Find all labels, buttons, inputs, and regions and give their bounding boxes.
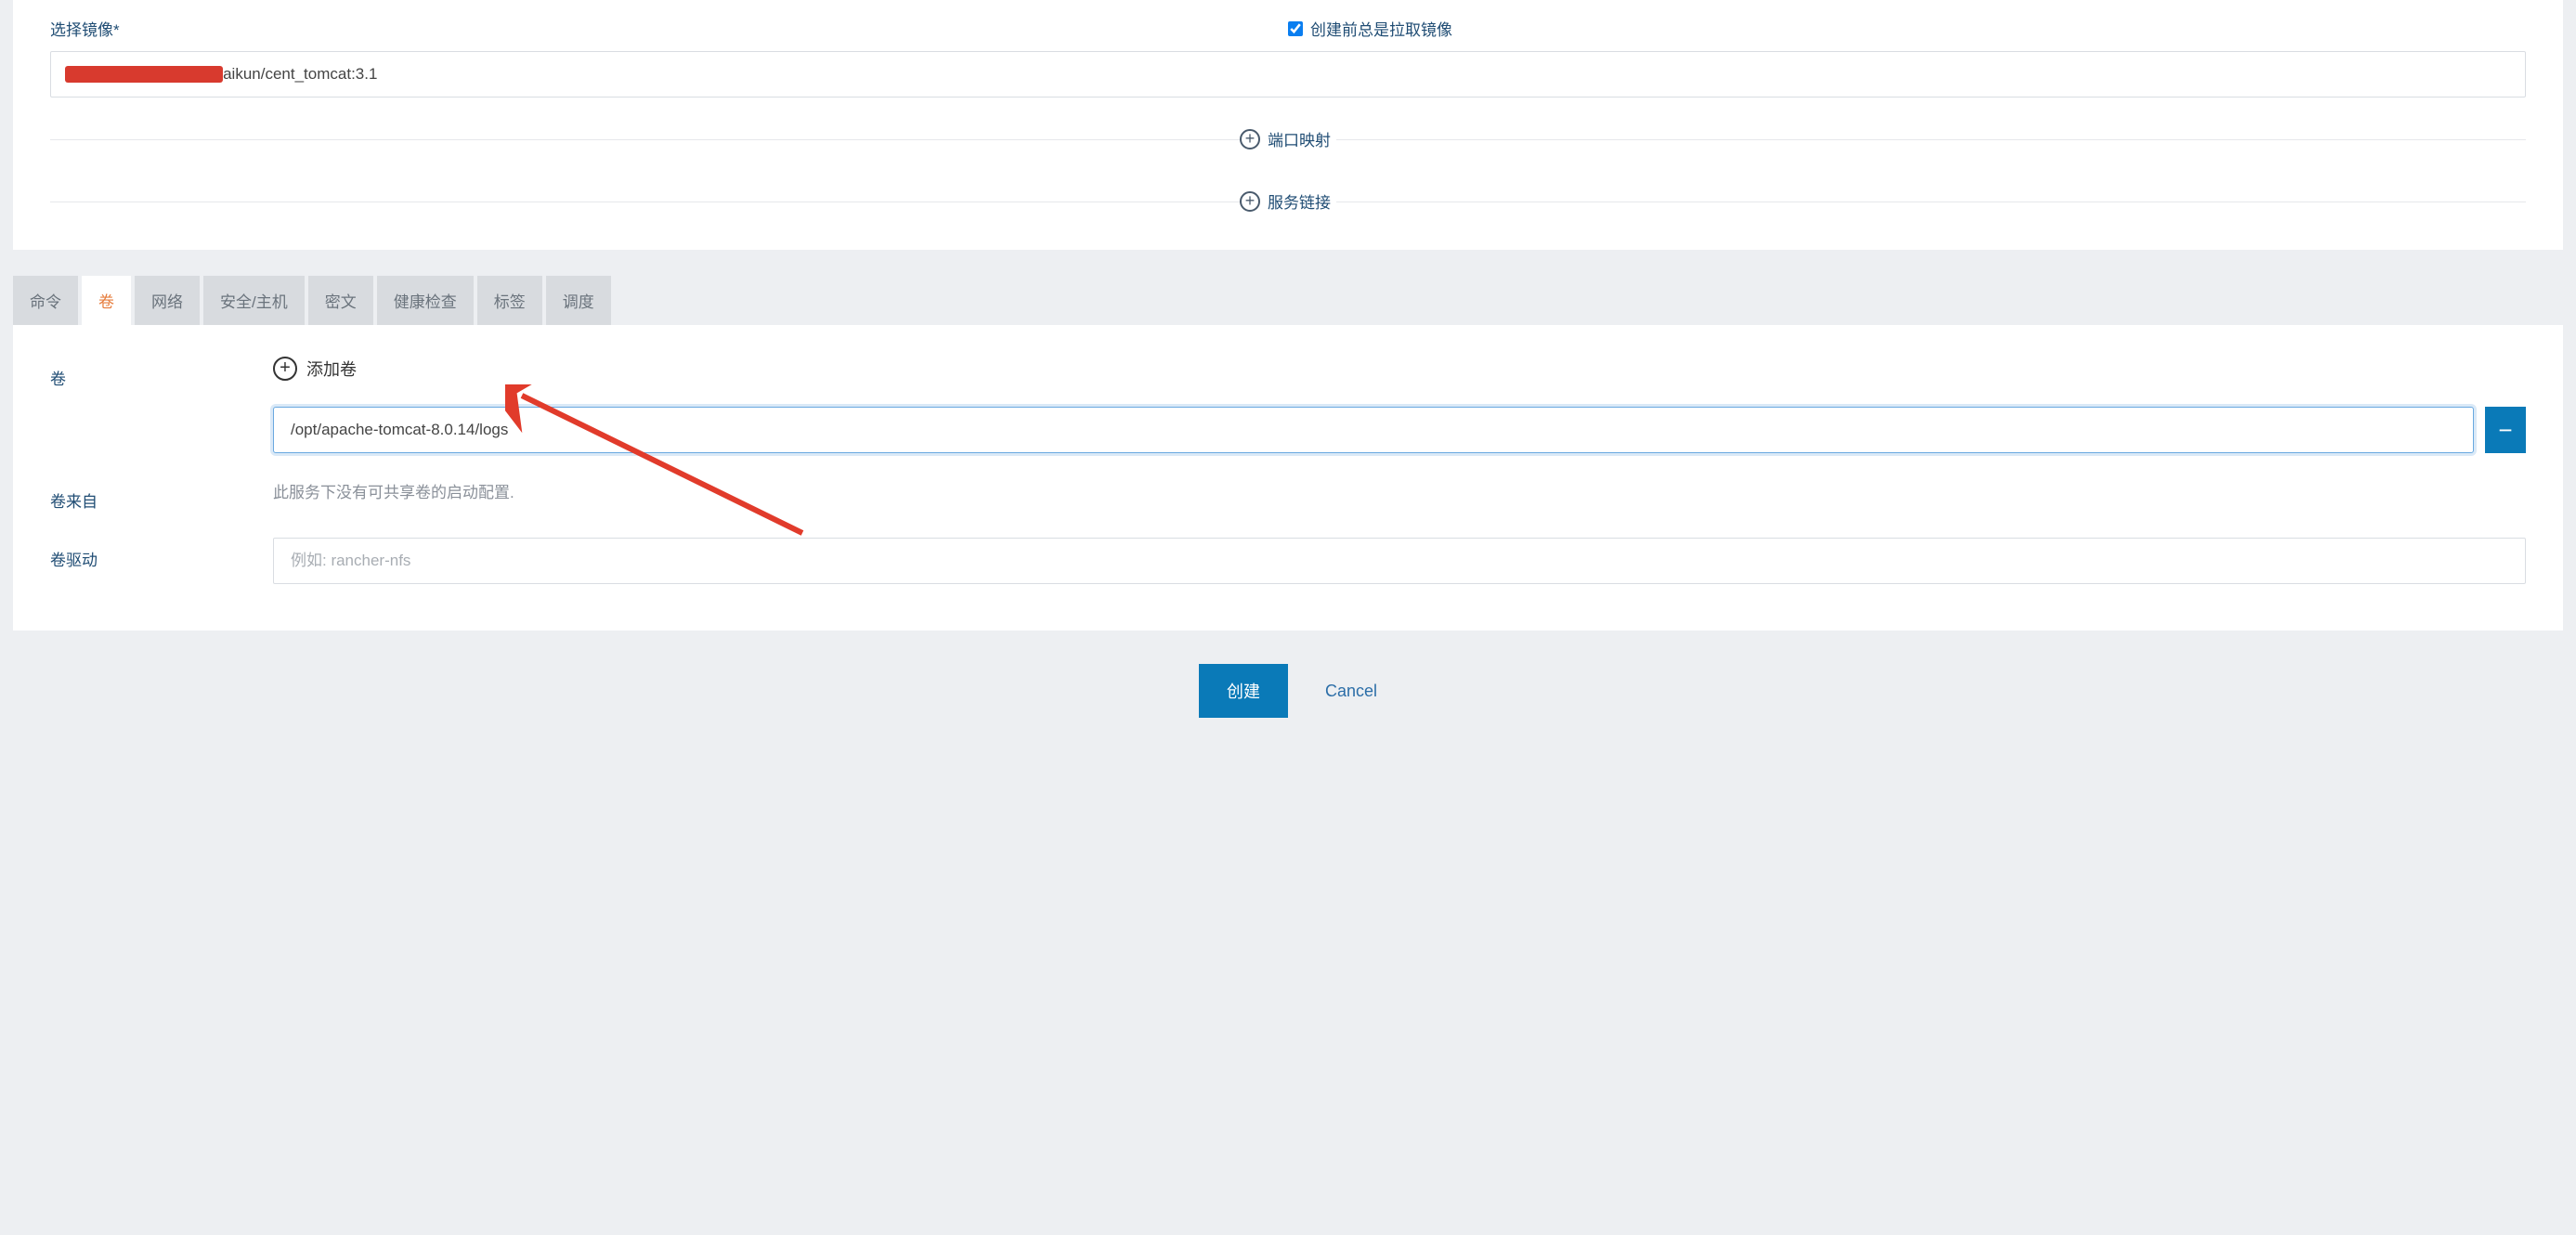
volumes-from-label: 卷来自 [50, 479, 273, 512]
tab-5[interactable]: 健康检查 [377, 276, 474, 325]
service-link-expander[interactable]: 服务链接 [50, 189, 2526, 213]
footer-actions: 创建 Cancel [0, 630, 2576, 736]
config-tabs: 命令卷网络安全/主机密文健康检查标签调度 [13, 276, 2563, 325]
volumes-label: 卷 [50, 357, 273, 389]
volume-driver-label: 卷驱动 [50, 538, 273, 570]
minus-icon: − [2498, 416, 2512, 445]
port-mapping-label: 端口映射 [1268, 127, 1331, 150]
remove-volume-button[interactable]: − [2485, 407, 2526, 453]
tab-7[interactable]: 调度 [546, 276, 611, 325]
tab-4[interactable]: 密文 [308, 276, 373, 325]
plus-icon [273, 357, 297, 381]
image-input-wrap [50, 51, 2526, 98]
always-pull-label: 创建前总是拉取镜像 [1310, 17, 1452, 40]
plus-icon [1240, 191, 1260, 212]
plus-icon [1240, 129, 1260, 150]
always-pull-checkbox-wrap[interactable]: 创建前总是拉取镜像 [1288, 17, 1452, 40]
tab-1[interactable]: 卷 [82, 276, 131, 325]
image-header-row: 选择镜像* 创建前总是拉取镜像 [50, 17, 2526, 40]
port-mapping-expander[interactable]: 端口映射 [50, 127, 2526, 150]
image-input[interactable] [50, 51, 2526, 98]
add-volume-button[interactable]: 添加卷 [273, 357, 2526, 381]
create-button[interactable]: 创建 [1199, 664, 1288, 718]
tab-0[interactable]: 命令 [13, 276, 78, 325]
volume-path-input[interactable] [273, 407, 2474, 453]
tab-6[interactable]: 标签 [477, 276, 542, 325]
service-link-label: 服务链接 [1268, 189, 1331, 213]
tab-3[interactable]: 安全/主机 [203, 276, 305, 325]
tab-2[interactable]: 网络 [135, 276, 200, 325]
image-panel: 选择镜像* 创建前总是拉取镜像 端口映射 服务链接 [13, 0, 2563, 250]
redaction-overlay [65, 66, 223, 83]
page-root: 选择镜像* 创建前总是拉取镜像 端口映射 服务链接 [0, 0, 2576, 736]
volume-entry-row: − [273, 407, 2526, 453]
cancel-button[interactable]: Cancel [1325, 682, 1377, 701]
always-pull-checkbox[interactable] [1288, 21, 1303, 36]
volumes-from-hint: 此服务下没有可共享卷的启动配置. [273, 484, 514, 501]
volume-driver-input[interactable] [273, 538, 2526, 584]
image-label: 选择镜像* [50, 21, 120, 39]
volumes-tab-panel: 卷 添加卷 − [13, 325, 2563, 630]
add-volume-label: 添加卷 [306, 357, 357, 381]
